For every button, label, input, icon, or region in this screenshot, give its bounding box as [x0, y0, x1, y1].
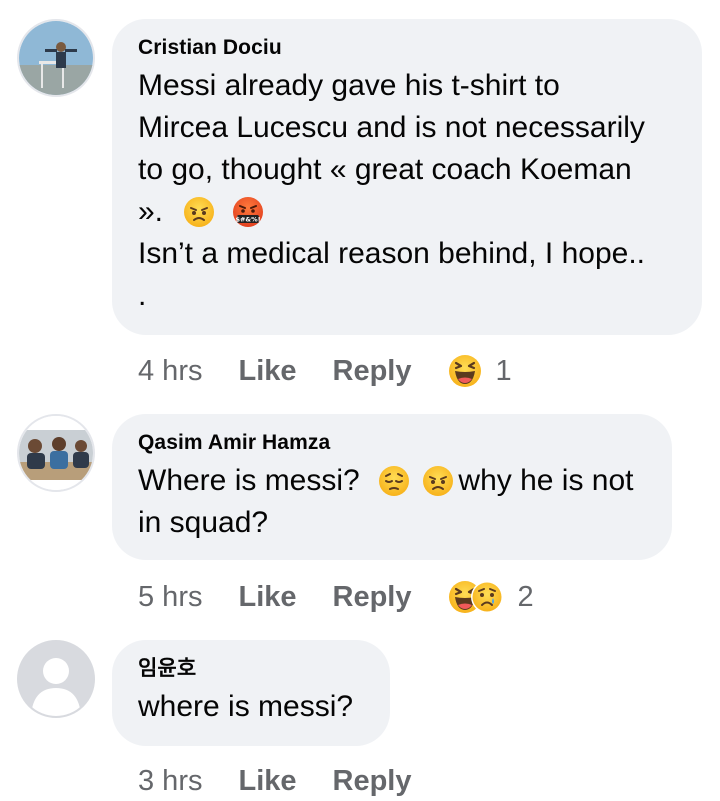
comment-timestamp[interactable]: 5 hrs — [138, 581, 202, 614]
comment-timestamp[interactable]: 3 hrs — [138, 765, 202, 798]
reply-button[interactable]: Reply — [333, 355, 412, 388]
comment-author[interactable]: Qasim Amir Hamza — [138, 430, 646, 456]
reaction-count: 1 — [495, 354, 512, 387]
pensive-face-icon — [379, 466, 410, 496]
comment-author[interactable]: 임윤호 — [138, 656, 364, 682]
comment-bubble: Cristian Dociu Messi already gave his t-… — [112, 19, 702, 335]
cursing-face-icon: $#&%! — [232, 197, 263, 227]
like-button[interactable]: Like — [238, 765, 296, 798]
haha-reaction-icon — [448, 355, 481, 387]
svg-text:$#&%!: $#&%! — [235, 216, 260, 224]
reaction-count: 2 — [517, 580, 534, 613]
comment-text: where is messi? — [138, 690, 354, 723]
reactions-summary[interactable]: 1 — [448, 354, 512, 388]
reply-button[interactable]: Reply — [333, 765, 412, 798]
reply-button[interactable]: Reply — [333, 581, 412, 614]
comment-bubble: 임윤호 where is messi? — [112, 640, 390, 746]
avatar[interactable] — [17, 19, 95, 97]
comment-actions: 4 hrs Like Reply 1 — [138, 351, 512, 391]
comment-actions: 5 hrs Like Reply 2 — [138, 577, 534, 617]
comment-timestamp[interactable]: 4 hrs — [138, 355, 202, 388]
comment-text: Where is messi? why he is not in squad? — [138, 464, 634, 539]
angry-face-icon — [423, 466, 454, 496]
sad-reaction-icon — [470, 581, 503, 613]
comment-bubble: Qasim Amir Hamza Where is messi? why he … — [112, 414, 672, 560]
avatar[interactable] — [17, 640, 95, 718]
like-button[interactable]: Like — [238, 581, 296, 614]
avatar[interactable] — [17, 414, 95, 492]
reactions-summary[interactable]: 2 — [448, 580, 534, 614]
comment-author[interactable]: Cristian Dociu — [138, 35, 676, 61]
comment-actions: 3 hrs Like Reply — [138, 761, 448, 801]
comment-text: Messi already gave his t-shirt to Mircea… — [138, 69, 645, 312]
angry-face-icon — [184, 197, 215, 227]
like-button[interactable]: Like — [238, 355, 296, 388]
